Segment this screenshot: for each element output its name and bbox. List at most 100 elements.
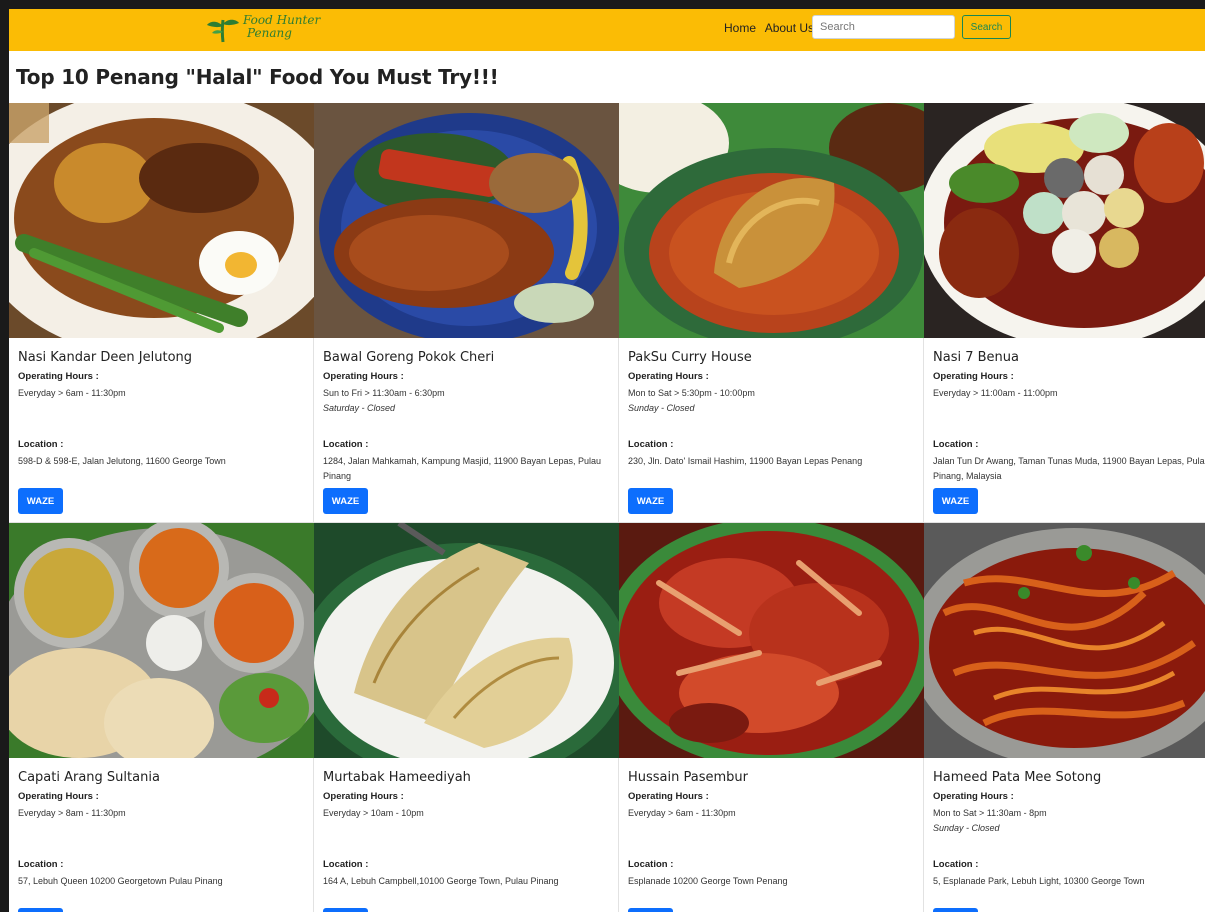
closed-day-note: Sunday - Closed <box>933 823 1000 833</box>
location-label: Location : <box>18 439 64 450</box>
operating-hours-value: Mon to Sat > 11:30am - 8pm <box>933 808 1047 818</box>
card-body: Capati Arang Sultania Operating Hours : … <box>18 770 310 821</box>
food-image <box>314 103 619 338</box>
waze-button[interactable]: WAZE <box>933 488 978 514</box>
food-card: Nasi 7 Benua Operating Hours : Everyday … <box>924 103 1205 523</box>
location-value: 57, Lebuh Queen 10200 Georgetown Pulau P… <box>18 876 223 886</box>
food-image <box>9 103 314 338</box>
food-card: PakSu Curry House Operating Hours : Mon … <box>619 103 924 523</box>
food-image <box>924 523 1205 758</box>
browser-viewport: Food Hunter Penang Home About Us Search … <box>0 0 1205 912</box>
location-value: 230, Jln. Dato' Ismail Hashim, 11900 Bay… <box>628 456 863 466</box>
closed-day-note: Saturday - Closed <box>323 403 396 413</box>
location-label: Location : <box>628 439 674 450</box>
card-title: Hameed Pata Mee Sotong <box>933 770 1102 785</box>
card-title: Nasi Kandar Deen Jelutong <box>18 350 193 365</box>
food-image <box>924 103 1205 338</box>
waze-button[interactable]: WAZE <box>628 908 673 912</box>
card-title: Hussain Pasembur <box>628 770 749 785</box>
card-title: Bawal Goreng Pokok Cheri <box>323 350 495 365</box>
operating-hours-value: Sun to Fri > 11:30am - 6:30pm <box>323 388 445 398</box>
nav-home-link[interactable]: Home <box>724 21 756 35</box>
location-value: Jalan Tun Dr Awang, Taman Tunas Muda, 11… <box>933 456 1205 481</box>
location-block: Location : 5, Esplanade Park, Lebuh Ligh… <box>933 853 1205 889</box>
food-image <box>619 103 924 338</box>
operating-hours-label: Operating Hours : <box>933 371 1014 382</box>
leaf-logo-icon <box>207 19 239 43</box>
brand-logo[interactable]: Food Hunter Penang <box>205 12 345 46</box>
location-value: Esplanade 10200 George Town Penang <box>628 876 788 886</box>
operating-hours-label: Operating Hours : <box>18 791 99 802</box>
waze-button[interactable]: WAZE <box>18 908 63 912</box>
operating-hours-value: Everyday > 10am - 10pm <box>323 808 424 818</box>
waze-button[interactable]: WAZE <box>323 908 368 912</box>
card-body: Hussain Pasembur Operating Hours : Every… <box>628 770 920 821</box>
brand-line-2: Penang <box>247 26 292 40</box>
location-value: 164 A, Lebuh Campbell,10100 George Town,… <box>323 876 559 886</box>
location-block: Location : 230, Jln. Dato' Ismail Hashim… <box>628 433 920 469</box>
nav-about-link[interactable]: About Us <box>765 21 814 35</box>
operating-hours-value: Everyday > 11:00am - 11:00pm <box>933 388 1058 398</box>
card-title: Nasi 7 Benua <box>933 350 1019 365</box>
operating-hours-value: Everyday > 6am - 11:30pm <box>628 808 736 818</box>
closed-day-note: Sunday - Closed <box>628 403 695 413</box>
curry-fish-image <box>619 103 924 338</box>
food-image <box>314 523 619 758</box>
location-value: 1284, Jalan Mahkamah, Kampung Masjid, 11… <box>323 456 602 481</box>
capati-thali-image <box>9 523 314 758</box>
card-body: PakSu Curry House Operating Hours : Mon … <box>628 350 920 416</box>
card-title: PakSu Curry House <box>628 350 752 365</box>
location-block: Location : Jalan Tun Dr Awang, Taman Tun… <box>933 433 1205 484</box>
food-card: Murtabak Hameediyah Operating Hours : Ev… <box>314 523 619 912</box>
brand-text: Food Hunter Penang <box>243 14 320 40</box>
page-title: Top 10 Penang "Halal" Food You Must Try!… <box>16 65 499 89</box>
operating-hours-label: Operating Hours : <box>323 371 404 382</box>
murtabak-image <box>314 523 619 758</box>
location-value: 5, Esplanade Park, Lebuh Light, 10300 Ge… <box>933 876 1145 886</box>
card-body: Bawal Goreng Pokok Cheri Operating Hours… <box>323 350 615 416</box>
waze-button[interactable]: WAZE <box>933 908 978 912</box>
operating-hours-label: Operating Hours : <box>628 791 709 802</box>
food-card: Bawal Goreng Pokok Cheri Operating Hours… <box>314 103 619 523</box>
location-label: Location : <box>323 439 369 450</box>
card-body: Nasi Kandar Deen Jelutong Operating Hour… <box>18 350 310 401</box>
location-label: Location : <box>933 439 979 450</box>
pasembur-image <box>619 523 924 758</box>
food-card: Nasi Kandar Deen Jelutong Operating Hour… <box>9 103 314 523</box>
search-button[interactable]: Search <box>962 15 1011 39</box>
food-image <box>619 523 924 758</box>
food-card: Hameed Pata Mee Sotong Operating Hours :… <box>924 523 1205 912</box>
operating-hours-label: Operating Hours : <box>628 371 709 382</box>
waze-button[interactable]: WAZE <box>323 488 368 514</box>
search-input[interactable] <box>812 15 955 39</box>
food-card: Capati Arang Sultania Operating Hours : … <box>9 523 314 912</box>
nasi-kandar-image <box>9 103 314 338</box>
location-label: Location : <box>628 859 674 870</box>
navbar: Food Hunter Penang Home About Us Search <box>9 9 1205 51</box>
location-value: 598-D & 598-E, Jalan Jelutong, 11600 Geo… <box>18 456 226 466</box>
location-label: Location : <box>323 859 369 870</box>
location-block: Location : 1284, Jalan Mahkamah, Kampung… <box>323 433 615 484</box>
card-title: Capati Arang Sultania <box>18 770 160 785</box>
operating-hours-label: Operating Hours : <box>933 791 1014 802</box>
operating-hours-label: Operating Hours : <box>323 791 404 802</box>
location-block: Location : 598-D & 598-E, Jalan Jelutong… <box>18 433 310 469</box>
card-body: Murtabak Hameediyah Operating Hours : Ev… <box>323 770 615 821</box>
operating-hours-value: Everyday > 8am - 11:30pm <box>18 808 126 818</box>
operating-hours-label: Operating Hours : <box>18 371 99 382</box>
nav-links: Home About Us <box>724 21 820 35</box>
nasi-kerabu-image <box>924 103 1205 338</box>
card-body: Nasi 7 Benua Operating Hours : Everyday … <box>933 350 1205 401</box>
location-block: Location : 164 A, Lebuh Campbell,10100 G… <box>323 853 615 889</box>
food-image <box>9 523 314 758</box>
operating-hours-value: Everyday > 6am - 11:30pm <box>18 388 126 398</box>
food-card: Hussain Pasembur Operating Hours : Every… <box>619 523 924 912</box>
card-title: Murtabak Hameediyah <box>323 770 471 785</box>
location-label: Location : <box>933 859 979 870</box>
location-block: Location : 57, Lebuh Queen 10200 Georget… <box>18 853 310 889</box>
operating-hours-value: Mon to Sat > 5:30pm - 10:00pm <box>628 388 755 398</box>
waze-button[interactable]: WAZE <box>18 488 63 514</box>
waze-button[interactable]: WAZE <box>628 488 673 514</box>
location-block: Location : Esplanade 10200 George Town P… <box>628 853 920 889</box>
fried-fish-image <box>314 103 619 338</box>
